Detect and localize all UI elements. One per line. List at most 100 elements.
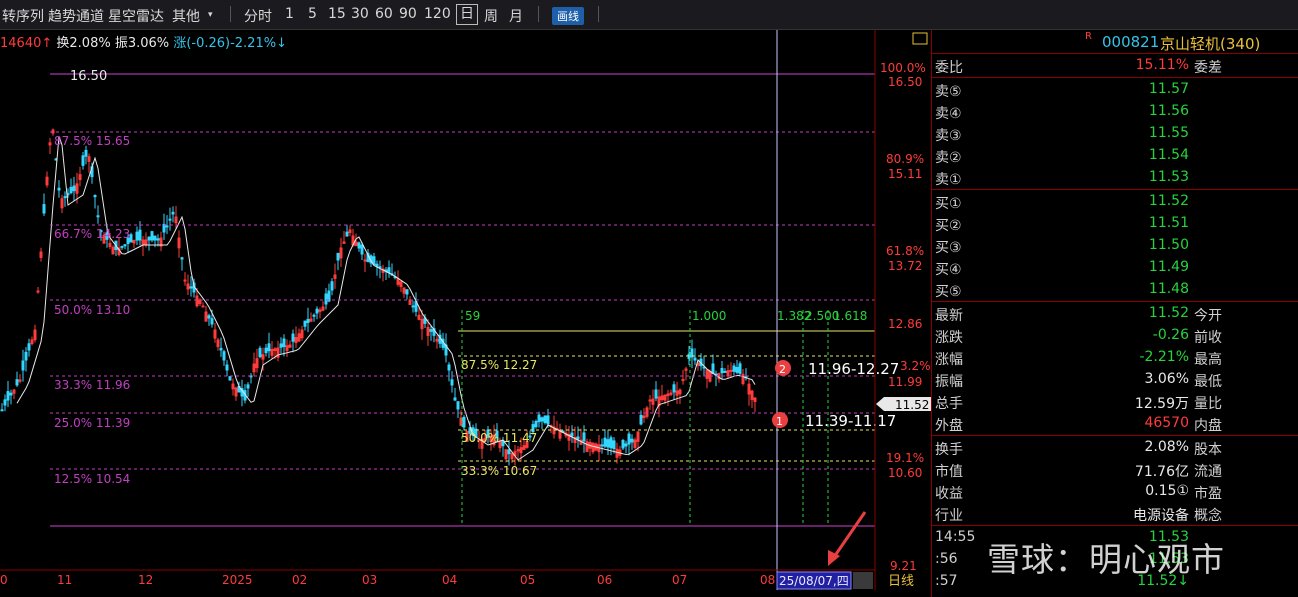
row-value: 电源设备 — [1133, 508, 1189, 524]
fib-label: 50.0% 13.10 — [54, 303, 130, 317]
candle-body — [672, 384, 676, 393]
candle-body — [582, 432, 586, 442]
candle-body — [72, 185, 76, 192]
ask-row: 卖⑤ 11.57 — [932, 79, 1298, 101]
candle-body — [537, 414, 541, 423]
candle-body — [171, 211, 175, 215]
kline-chart[interactable]: 16.50 87.5% 15.65 66.7% 14.23 50.0% 13.1… — [0, 0, 931, 597]
x-label: 08 — [760, 573, 775, 587]
x-label: 02 — [292, 573, 307, 587]
row-label: 买① — [935, 196, 962, 212]
candle-body — [81, 155, 85, 166]
candle-body — [543, 415, 547, 424]
candle-body — [156, 238, 160, 241]
row-label: 振幅 — [935, 374, 963, 390]
candle-body — [201, 305, 205, 308]
candle-body — [654, 389, 658, 399]
candle-body — [168, 218, 172, 221]
row-value: 11.56 — [1148, 103, 1189, 119]
inner-fib-label: 87.5% 12.27 — [461, 358, 537, 372]
candle-body — [507, 449, 511, 455]
candle-body — [450, 379, 454, 386]
zone-badge-num: 2 — [779, 363, 786, 376]
zone-badge-num: 1 — [776, 415, 783, 428]
x-label: 04 — [442, 573, 457, 587]
row-value: 11.50 — [1148, 237, 1189, 253]
ask-row: 卖③ 11.55 — [932, 123, 1298, 145]
candle-body — [606, 439, 610, 448]
candle-body — [15, 379, 19, 386]
quote-row: 振幅 3.06% 最低 — [932, 369, 1298, 391]
row-value: 11.52 — [1148, 305, 1189, 321]
row-label: 买⑤ — [935, 284, 962, 300]
row-value: -2.21% — [1139, 349, 1189, 365]
candle-body — [330, 281, 334, 291]
candle-body — [36, 290, 40, 293]
bid-row: 买① 11.52 — [932, 191, 1298, 213]
candle-body — [732, 365, 736, 372]
row-label: 涨幅 — [935, 352, 963, 368]
scroll-button[interactable] — [853, 572, 873, 589]
tick-time: 14:55 — [935, 529, 976, 545]
row-value: 11.53 — [1148, 169, 1189, 185]
candle-body — [225, 364, 229, 371]
quote-row: 涨跌 -0.26 前收 — [932, 325, 1298, 347]
row-value: 11.51 — [1148, 215, 1189, 231]
candle-body — [609, 437, 613, 449]
row-value: 12.59万 — [1134, 396, 1189, 412]
axis-price: 9.21 — [890, 559, 917, 573]
stock-code: 000821 — [1102, 33, 1160, 51]
candle-body — [57, 187, 61, 191]
axis-toggle-icon[interactable] — [912, 32, 928, 45]
ask-row: 卖④ 11.56 — [932, 101, 1298, 123]
axis-pct: 80.9% — [886, 152, 924, 166]
candle-body — [120, 245, 124, 248]
bid-row: 买④ 11.49 — [932, 257, 1298, 279]
x-label: 11 — [57, 573, 72, 587]
candle-body — [303, 320, 307, 327]
tick-time: :57 — [935, 573, 958, 589]
quote-row: 最新 11.52 今开 — [932, 303, 1298, 325]
row-label: 买③ — [935, 240, 962, 256]
axis-pct: 100.0% — [880, 61, 926, 75]
time-marker-label: 1.618 — [833, 309, 867, 323]
watermark: 雪球：明心观市 — [987, 540, 1225, 579]
candle-body — [360, 244, 364, 255]
candle-body — [312, 314, 316, 317]
quote-row: 总手 12.59万 量比 — [932, 391, 1298, 413]
candle-body — [306, 318, 310, 323]
row-label: 买② — [935, 218, 962, 234]
stat-row: 换手 2.08% 股本 — [932, 437, 1298, 459]
candle-body — [258, 347, 262, 358]
row-label: 行业 — [935, 508, 963, 524]
row-label-secondary: 股本 — [1194, 442, 1222, 458]
row-label-secondary: 量比 — [1194, 396, 1222, 412]
row-value: 71.76亿 — [1134, 464, 1189, 480]
row-label: 市值 — [935, 464, 963, 480]
candle-body — [630, 438, 634, 443]
row-label: 外盘 — [935, 418, 963, 434]
quote-panel: R 000821 京山轻机(340) 委比 15.11% 委差 卖⑤ 11.57 卖… — [931, 30, 1298, 597]
candle-body — [267, 343, 271, 352]
candle-body — [387, 267, 391, 274]
candle-body — [219, 347, 223, 351]
candle-body — [453, 397, 457, 401]
candle-body — [648, 399, 652, 402]
tick-time: :56 — [935, 551, 958, 567]
candle-body — [357, 242, 361, 249]
stat-row: 收益 0.15① 市盈 — [932, 481, 1298, 503]
candle-body — [405, 289, 409, 295]
row-value: 11.55 — [1148, 125, 1189, 141]
time-marker-label: 59 — [465, 309, 480, 323]
row-label-secondary: 最高 — [1194, 352, 1222, 368]
candle-body — [546, 415, 550, 425]
row-value: 11.57 — [1148, 81, 1189, 97]
candle-body — [429, 329, 433, 332]
candle-body — [246, 384, 250, 389]
arrow-annotation — [830, 511, 867, 561]
candle-body — [411, 305, 415, 308]
candle-body — [6, 391, 10, 401]
candle-body — [165, 225, 169, 228]
candle-body — [576, 436, 580, 440]
high-label: 16.50 — [70, 69, 107, 84]
